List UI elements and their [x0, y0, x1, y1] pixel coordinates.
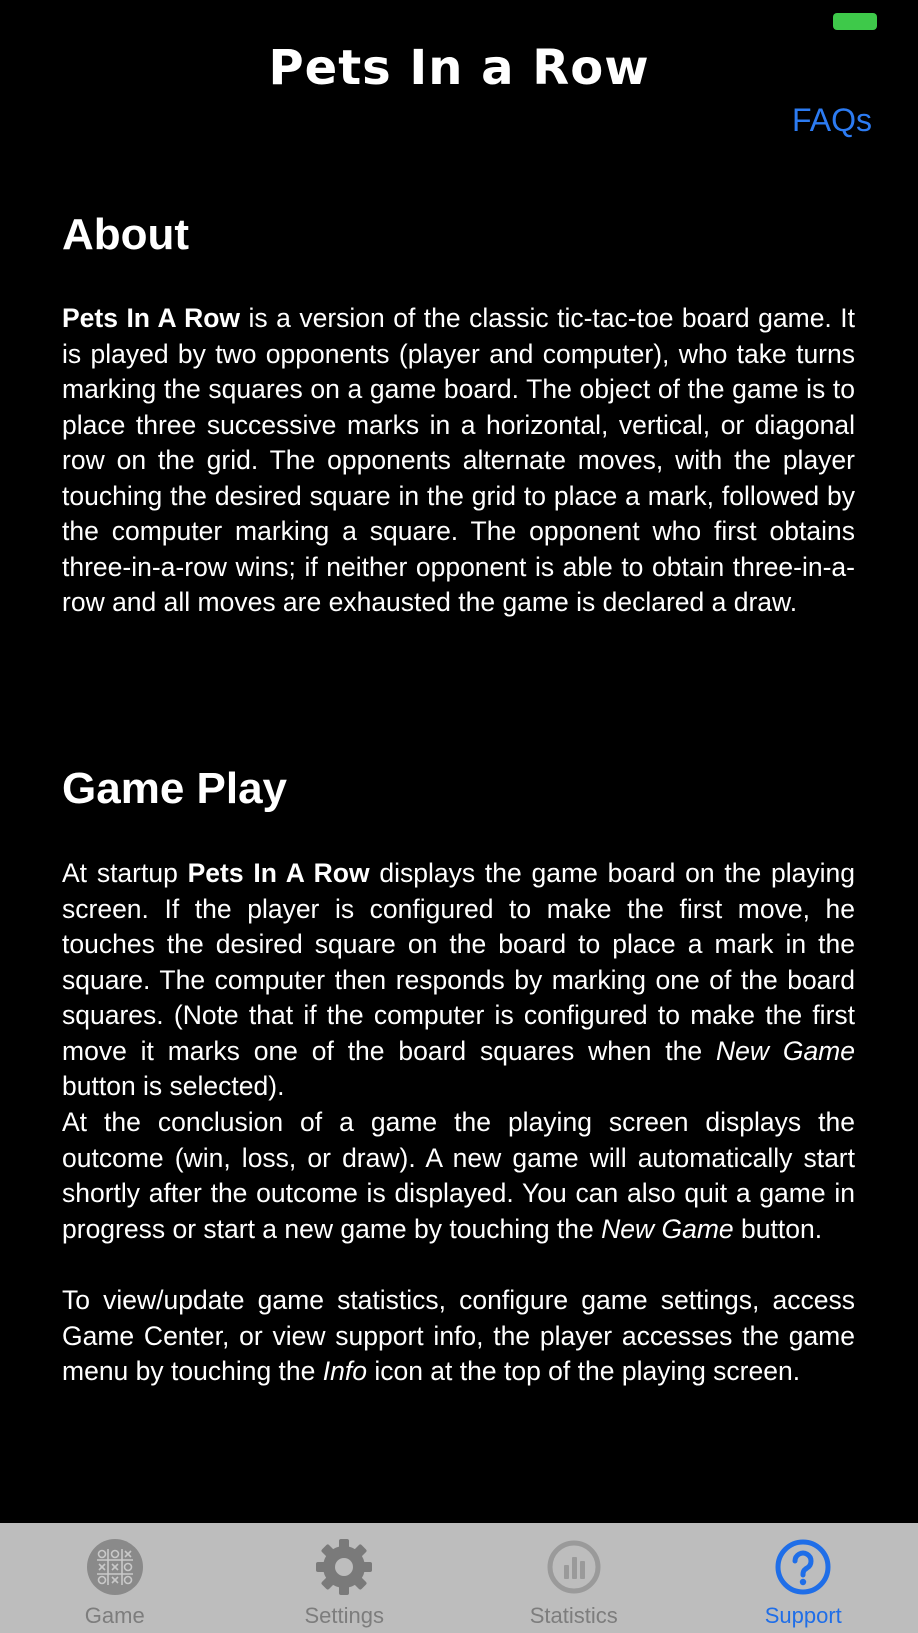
tab-label: Statistics [529, 1603, 618, 1628]
gameplay-paragraph-3: To view/update game statistics, configur… [62, 1283, 855, 1390]
gameplay-text: displays the game board on the playing s… [62, 858, 855, 1066]
tab-settings[interactable]: Settings [230, 1523, 459, 1633]
gameplay-heading: Game Play [62, 764, 288, 813]
tab-statistics[interactable]: Statistics [459, 1523, 688, 1633]
battery-indicator [833, 13, 877, 30]
bar-chart-icon [547, 1540, 601, 1594]
faqs-link[interactable]: FAQs [792, 102, 872, 139]
gameplay-text: button. [733, 1213, 823, 1244]
tab-bar: Game Settings Statistics Support [0, 1523, 918, 1633]
tab-label: Settings [304, 1603, 385, 1628]
gameplay-paragraph-2: At the conclusion of a game the playing … [62, 1105, 855, 1247]
app-title: Pets In a Row [268, 40, 650, 96]
app-name-bold: Pets In A Row [62, 303, 241, 333]
tab-label: Game [84, 1603, 145, 1628]
info-italic: Info [322, 1356, 367, 1386]
tic-tac-toe-icon [86, 1539, 143, 1595]
tab-label: Support [764, 1603, 842, 1628]
gameplay-text: icon at the top of the playing screen. [366, 1356, 801, 1386]
gameplay-text: At startup [62, 858, 188, 888]
new-game-italic: New Game [601, 1213, 734, 1244]
gameplay-paragraph-1: At startup Pets In A Row displays the ga… [62, 856, 855, 1105]
tab-game[interactable]: Game [0, 1523, 229, 1633]
gameplay-text: button is selected). [62, 1071, 285, 1101]
new-game-italic: New Game [715, 1035, 855, 1066]
tab-support[interactable]: Support [689, 1523, 918, 1633]
about-text: is a version of the classic tic-tac-toe … [62, 303, 855, 617]
gear-icon [316, 1539, 373, 1595]
question-icon [775, 1539, 831, 1595]
app-name-bold: Pets In A Row [187, 858, 370, 888]
about-heading: About [62, 210, 190, 259]
about-paragraph: Pets In A Row is a version of the classi… [62, 301, 855, 621]
